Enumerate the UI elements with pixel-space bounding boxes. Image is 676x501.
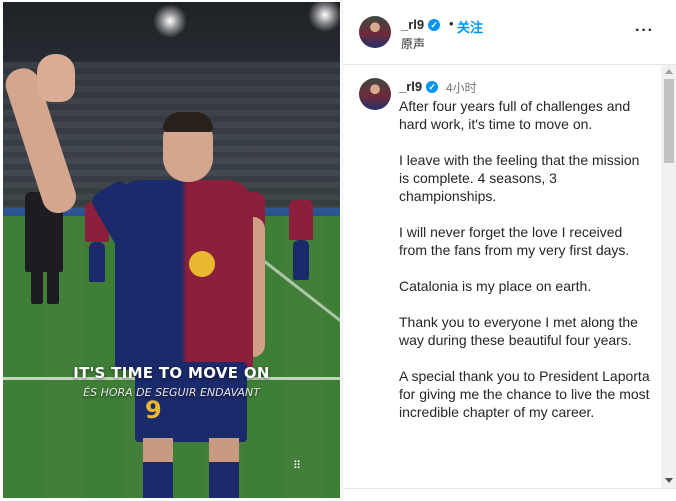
verified-badge-icon: ✓: [426, 81, 439, 93]
caption-comment: _rl9 ✓ 4小时 After four years full of chall…: [343, 65, 661, 488]
scroll-down-arrow-icon[interactable]: [665, 478, 673, 483]
caption-paragraph: I leave with the feeling that the missio…: [399, 152, 640, 204]
media-options-icon[interactable]: ⠿: [293, 461, 303, 472]
player-hair: [163, 112, 213, 132]
post-header: _rl9 ✓ • 关注 原声 ···: [343, 0, 676, 65]
background-person-leg: [31, 262, 43, 304]
audio-link[interactable]: 原声: [401, 35, 425, 52]
caption-username-link[interactable]: _rl9 ✓: [399, 79, 439, 94]
sponsor-logo: [189, 251, 215, 277]
video-media[interactable]: 9 IT'S TIME TO MOVE ON ÉS HORA DE SEGUIR…: [3, 2, 340, 498]
caption-paragraph: Catalonia is my place on earth.: [399, 278, 592, 294]
caption-paragraph: Thank you to everyone I met along the wa…: [399, 314, 638, 348]
scrollbar[interactable]: [661, 65, 676, 488]
floodlight: [308, 2, 340, 32]
separator-dot: •: [449, 16, 454, 31]
caption-paragraph: After four years full of challenges and …: [399, 98, 631, 132]
background-player: [289, 200, 313, 240]
timestamp[interactable]: 4小时: [446, 79, 477, 96]
panel-divider: [343, 488, 676, 501]
background-player: [293, 240, 309, 280]
avatar[interactable]: [359, 78, 391, 110]
player-sock: [209, 462, 239, 498]
scrollbar-thumb[interactable]: [664, 79, 674, 163]
waving-hand: [37, 54, 75, 102]
username[interactable]: _rl9: [401, 17, 424, 32]
caption-paragraph: I will never forget the love I received …: [399, 224, 630, 258]
verified-badge-icon: ✓: [428, 19, 441, 31]
caption-paragraph: A special thank you to President Laporta…: [399, 368, 650, 420]
username-link[interactable]: _rl9 ✓: [401, 17, 441, 32]
avatar[interactable]: [359, 16, 391, 48]
background-person-leg: [47, 262, 59, 304]
post-panel: _rl9 ✓ • 关注 原声 ··· _rl9 ✓ 4小时 After four y…: [342, 0, 676, 501]
background-player: [89, 242, 105, 282]
video-caption: IT'S TIME TO MOVE ON: [73, 364, 270, 382]
scroll-up-arrow-icon[interactable]: [665, 69, 673, 74]
follow-button[interactable]: 关注: [457, 17, 483, 36]
player-sock: [143, 462, 173, 498]
player-shirt: [115, 180, 253, 370]
caption-text: After four years full of challenges and …: [399, 97, 651, 439]
floodlight: [153, 4, 187, 38]
more-options-icon[interactable]: ···: [635, 22, 654, 40]
video-subcaption: ÉS HORA DE SEGUIR ENDAVANT: [83, 386, 260, 399]
shirt-number: 9: [145, 396, 162, 424]
caption-username[interactable]: _rl9: [399, 79, 422, 94]
